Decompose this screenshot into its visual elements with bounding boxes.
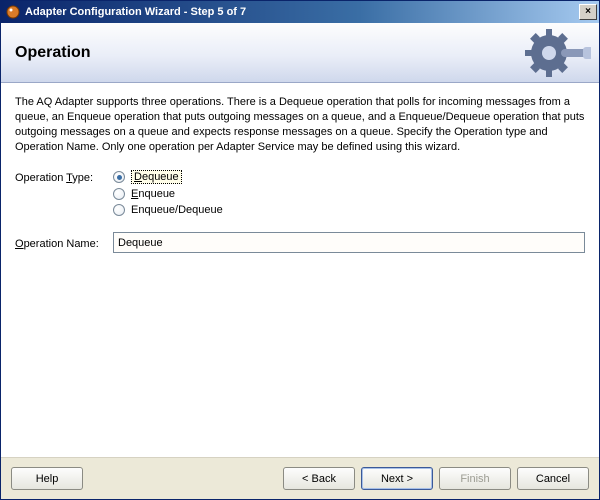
app-icon — [5, 4, 21, 20]
radio-dequeue-label: Dequeue — [131, 170, 182, 184]
radio-both-label: Enqueue/Dequeue — [131, 204, 223, 216]
window-title: Adapter Configuration Wizard - Step 5 of… — [25, 6, 579, 18]
content-area: The AQ Adapter supports three operations… — [1, 83, 599, 457]
help-button[interactable]: Help — [11, 467, 83, 490]
cancel-button[interactable]: Cancel — [517, 467, 589, 490]
radio-icon — [113, 188, 125, 200]
radio-icon — [113, 171, 125, 183]
wizard-window: Adapter Configuration Wizard - Step 5 of… — [0, 0, 600, 500]
operation-type-radios: Dequeue Enqueue Enqueue/Dequeue — [113, 170, 223, 216]
radio-dequeue[interactable]: Dequeue — [113, 170, 223, 184]
operation-type-row: Operation Type: Dequeue Enqueue Enqueue/… — [15, 170, 585, 216]
finish-button: Finish — [439, 467, 511, 490]
page-title: Operation — [1, 44, 91, 62]
operation-name-label: Operation Name: — [15, 236, 105, 250]
radio-enqueue[interactable]: Enqueue — [113, 188, 223, 200]
operation-name-row: Operation Name: — [15, 232, 585, 253]
radio-icon — [113, 204, 125, 216]
back-button[interactable]: < Back — [283, 467, 355, 490]
operation-type-label: Operation Type: — [15, 170, 105, 184]
radio-enqueue-dequeue[interactable]: Enqueue/Dequeue — [113, 204, 223, 216]
gear-icon — [511, 23, 591, 83]
titlebar: Adapter Configuration Wizard - Step 5 of… — [1, 1, 599, 23]
wizard-header: Operation — [1, 23, 599, 83]
close-button[interactable]: × — [579, 4, 597, 20]
operation-name-input[interactable] — [113, 232, 585, 253]
footer-buttons: Help < Back Next > Finish Cancel — [1, 457, 599, 499]
radio-enqueue-label: Enqueue — [131, 188, 175, 200]
description-text: The AQ Adapter supports three operations… — [15, 95, 585, 154]
next-button[interactable]: Next > — [361, 467, 433, 490]
